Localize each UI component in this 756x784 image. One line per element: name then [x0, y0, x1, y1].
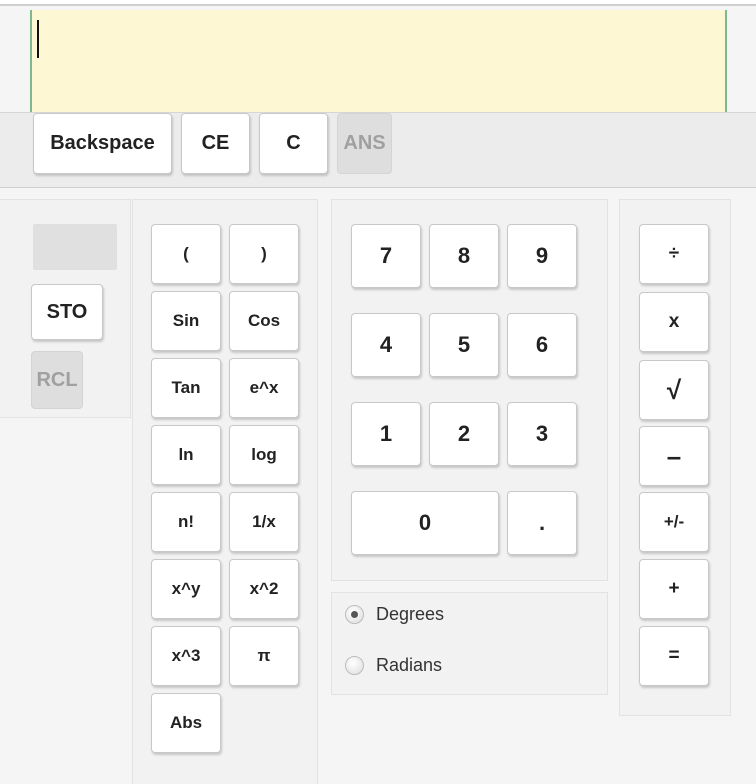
numpad-panel: 7 8 9 4 5 6 1 2 3 0 .	[331, 199, 608, 581]
digit-2-button[interactable]: 2	[429, 402, 499, 466]
open-paren-button[interactable]: (	[151, 224, 221, 284]
backspace-button[interactable]: Backspace	[33, 113, 172, 174]
memory-value-display	[33, 224, 117, 270]
text-caret	[37, 20, 39, 58]
digit-9-button[interactable]: 9	[507, 224, 577, 288]
digit-3-button[interactable]: 3	[507, 402, 577, 466]
calculator-display[interactable]	[30, 10, 727, 112]
subtract-button[interactable]: –	[639, 426, 709, 486]
window-top-border	[0, 0, 756, 6]
digit-7-button[interactable]: 7	[351, 224, 421, 288]
digit-8-button[interactable]: 8	[429, 224, 499, 288]
power-button[interactable]: x^y	[151, 559, 221, 619]
memory-panel: STO RCL	[0, 199, 131, 418]
abs-button[interactable]: Abs	[151, 693, 221, 753]
store-memory-button[interactable]: STO	[31, 284, 103, 340]
digit-4-button[interactable]: 4	[351, 313, 421, 377]
digit-6-button[interactable]: 6	[507, 313, 577, 377]
recall-memory-button[interactable]: RCL	[31, 351, 83, 409]
digit-1-button[interactable]: 1	[351, 402, 421, 466]
angle-mode-panel: Degrees Radians	[331, 592, 608, 695]
add-button[interactable]: +	[639, 559, 709, 619]
radians-option[interactable]: Radians	[345, 655, 442, 676]
square-button[interactable]: x^2	[229, 559, 299, 619]
operators-panel: ÷ x √ – +/- + =	[619, 199, 731, 716]
divide-button[interactable]: ÷	[639, 224, 709, 284]
functions-panel: ( ) Sin Cos Tan e^x ln log n! 1/x x^y x^…	[132, 199, 318, 784]
close-paren-button[interactable]: )	[229, 224, 299, 284]
radians-label: Radians	[376, 655, 443, 675]
sqrt-button[interactable]: √	[639, 360, 709, 420]
reciprocal-button[interactable]: 1/x	[229, 492, 299, 552]
exp-button[interactable]: e^x	[229, 358, 299, 418]
decimal-button[interactable]: .	[507, 491, 577, 555]
cos-button[interactable]: Cos	[229, 291, 299, 351]
ln-button[interactable]: ln	[151, 425, 221, 485]
answer-button[interactable]: ANS	[337, 113, 392, 174]
digit-0-button[interactable]: 0	[351, 491, 499, 555]
multiply-button[interactable]: x	[639, 292, 709, 352]
degrees-radio[interactable]	[345, 605, 364, 624]
factorial-button[interactable]: n!	[151, 492, 221, 552]
edit-toolbar: Backspace CE C ANS	[0, 112, 756, 188]
log-button[interactable]: log	[229, 425, 299, 485]
degrees-label: Degrees	[376, 604, 445, 624]
pi-button[interactable]: π	[229, 626, 299, 686]
sin-button[interactable]: Sin	[151, 291, 221, 351]
cube-button[interactable]: x^3	[151, 626, 221, 686]
negate-button[interactable]: +/-	[639, 492, 709, 552]
clear-button[interactable]: C	[259, 113, 328, 174]
clear-entry-button[interactable]: CE	[181, 113, 250, 174]
degrees-option[interactable]: Degrees	[345, 604, 444, 625]
radians-radio[interactable]	[345, 656, 364, 675]
tan-button[interactable]: Tan	[151, 358, 221, 418]
digit-5-button[interactable]: 5	[429, 313, 499, 377]
equals-button[interactable]: =	[639, 626, 709, 686]
